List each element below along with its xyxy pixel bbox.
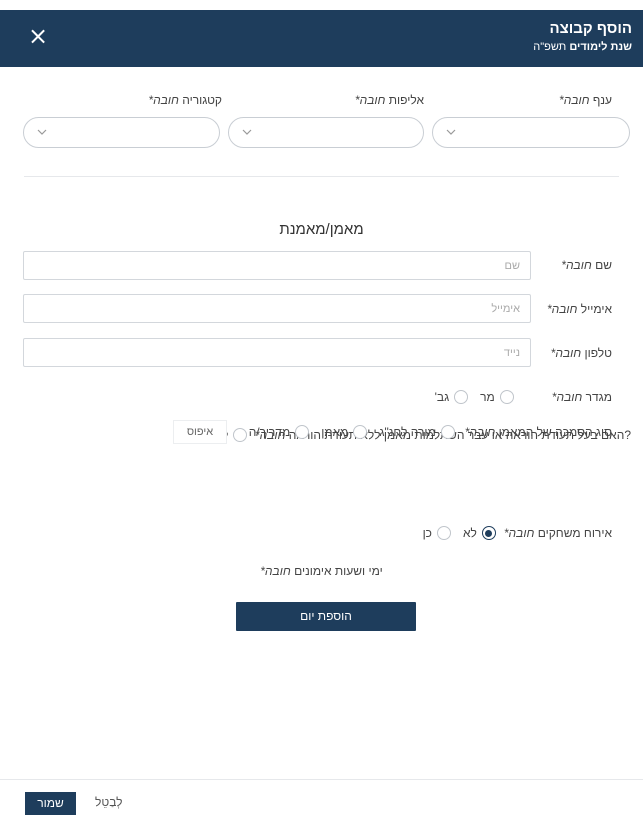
gender-label: מגדר חובה*	[551, 390, 612, 404]
cert-type-option-instructor[interactable]: מדריך/ה	[249, 425, 310, 439]
training-days-label: ימי ושעות אימונים חובה*	[260, 564, 383, 578]
hosting-games-label: אירוח משחקים חובה*	[503, 526, 612, 540]
radio-icon	[436, 526, 451, 540]
category-label: קטגוריה חובה*	[148, 93, 222, 107]
top-strip	[0, 0, 643, 10]
dialog-title: הוסף קבוצה	[549, 20, 633, 37]
hosting-games-option-no[interactable]: לא	[463, 526, 496, 540]
gender-option-mr[interactable]: מר	[480, 390, 514, 404]
name-input[interactable]	[23, 251, 531, 280]
add-day-button[interactable]: הוספת יום	[236, 602, 416, 631]
school-year-label: שנת לימודים	[569, 41, 632, 53]
chevron-down-icon	[37, 129, 47, 135]
phone-label: טלפון חובה*	[550, 346, 612, 360]
section-divider	[24, 176, 619, 177]
radio-icon	[440, 425, 455, 439]
save-button[interactable]: שמור	[25, 792, 76, 815]
coach-section-title: מאמן/מאמנת	[279, 221, 364, 238]
chevron-down-icon	[446, 129, 456, 135]
chevron-down-icon	[242, 129, 252, 135]
cert-type-reset-button[interactable]: איפוס	[173, 420, 227, 444]
cert-type-group: סוג הסמכה של המאמן חובה* מורה לחנ"ג מאמן…	[237, 425, 612, 439]
name-label: שם חובה*	[561, 258, 612, 272]
hosting-games-option-yes[interactable]: כן	[423, 526, 451, 540]
radio-icon	[353, 425, 368, 439]
dialog-subtitle: שנת לימודים תשפ"ה	[533, 41, 632, 53]
championship-label: אליפות חובה*	[354, 93, 424, 107]
gender-option-mrs[interactable]: גב'	[435, 390, 469, 404]
gender-group: מגדר חובה* מר גב'	[423, 390, 612, 404]
phone-input[interactable]	[23, 338, 531, 367]
email-input[interactable]	[23, 294, 531, 323]
radio-selected-icon	[481, 526, 496, 540]
category-select[interactable]	[23, 117, 220, 148]
dialog-header: הוסף קבוצה שנת לימודים תשפ"ה ×	[0, 10, 643, 67]
footer-divider	[0, 779, 643, 780]
school-year-value: תשפ"ה	[533, 41, 567, 53]
hosting-games-group: אירוח משחקים חובה* לא כן	[411, 526, 612, 540]
radio-icon	[454, 390, 469, 404]
cert-type-option-coach[interactable]: מאמן	[321, 425, 368, 439]
branch-select[interactable]	[432, 117, 630, 148]
championship-select[interactable]	[228, 117, 424, 148]
radio-icon	[499, 390, 514, 404]
radio-icon	[295, 425, 310, 439]
cert-type-label: סוג הסמכה של המאמן חובה*	[464, 425, 612, 439]
branch-label: ענף חובה*	[559, 93, 612, 107]
close-icon[interactable]: ×	[24, 22, 52, 50]
email-label: אימייל חובה*	[546, 302, 612, 316]
cert-type-option-pe-teacher[interactable]: מורה לחנ"ג	[379, 425, 455, 439]
cancel-button[interactable]: לְבַטֵל	[95, 795, 123, 809]
